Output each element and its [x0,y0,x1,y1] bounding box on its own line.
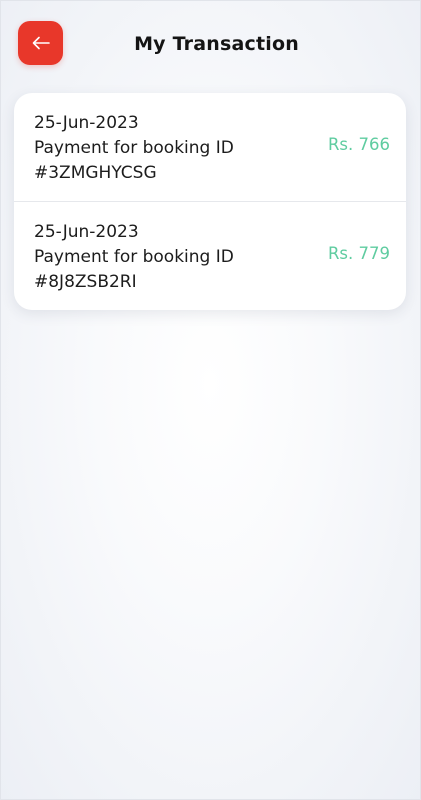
transaction-amount: Rs. 779 [327,244,390,263]
transaction-date: 25-Jun-2023 [34,222,139,242]
transaction-item[interactable]: 25-Jun-2023 Payment for booking ID #3ZMG… [14,93,406,201]
transaction-date: 25-Jun-2023 [34,113,139,133]
page-title: My Transaction [134,33,299,55]
transaction-amount: Rs. 766 [327,135,390,154]
transaction-booking-id: #8J8ZSB2RI [34,272,137,292]
app-header: My Transaction [0,0,421,90]
transaction-list: 25-Jun-2023 Payment for booking ID #3ZMG… [14,93,406,310]
transaction-item[interactable]: 25-Jun-2023 Payment for booking ID #8J8Z… [14,201,406,310]
transaction-booking-id: #3ZMGHYCSG [34,163,157,183]
